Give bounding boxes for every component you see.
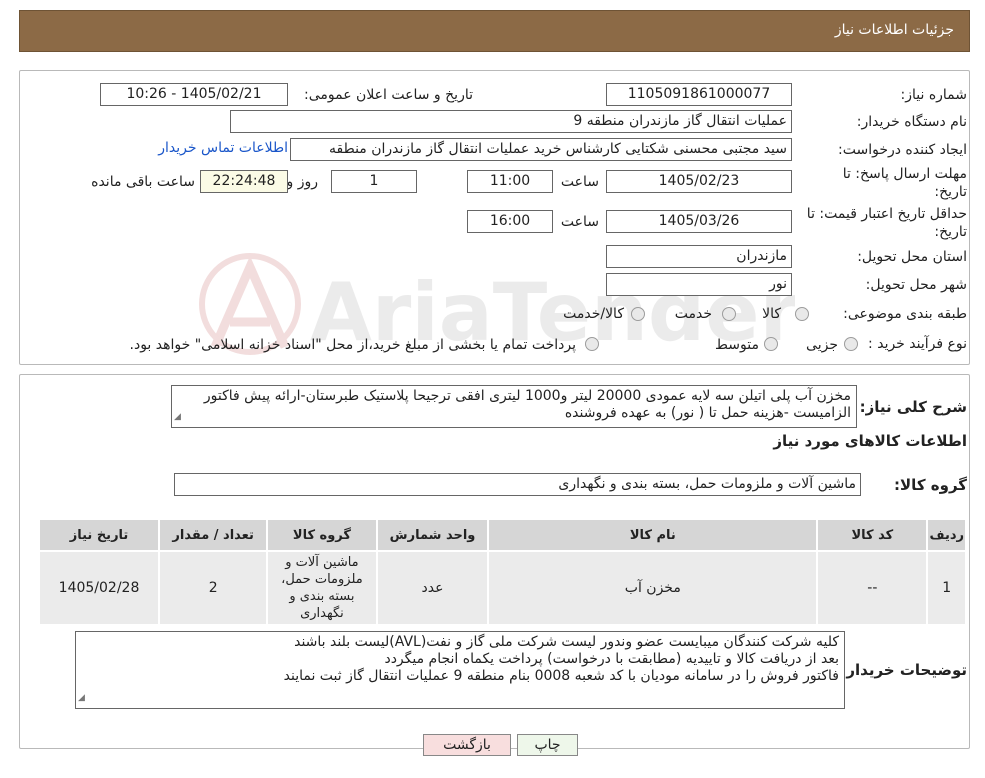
deadline-label-2: تاریخ: — [934, 184, 967, 200]
buyer-contact-link[interactable]: اطلاعات تماس خریدار — [158, 140, 288, 156]
cell-date: 1405/02/28 — [37, 550, 161, 626]
city-field: نور — [606, 273, 792, 296]
creator-field: سید مجتبی محسنی شکتایی کارشناس خرید عملی… — [290, 138, 792, 161]
cell-row: 1 — [926, 550, 967, 626]
cell-name: مخزن آب — [487, 550, 819, 626]
remaining-days-field: 1 — [331, 170, 417, 193]
buyer-org-field: عملیات انتقال گاز مازندران منطقه 9 — [230, 110, 792, 133]
remaining-time-field: 22:24:48 — [200, 170, 288, 193]
category-goods-service-label: کالا/خدمت — [563, 306, 624, 322]
category-goods-label: کالا — [762, 306, 781, 322]
col-row: ردیف — [926, 518, 967, 552]
goods-table: ردیف کد کالا نام کالا واحد شمارش گروه کا… — [37, 518, 967, 626]
need-number-label: شماره نیاز: — [900, 87, 968, 103]
goods-section-title: اطلاعات کالاهای مورد نیاز — [773, 432, 967, 450]
page-header: جزئیات اطلاعات نیاز — [19, 10, 970, 52]
buyer-org-label: نام دستگاه خریدار: — [856, 114, 967, 130]
cell-qty: 2 — [158, 550, 269, 626]
treasury-payment-note: پرداخت تمام یا بخشی از مبلغ خرید،از محل … — [129, 337, 576, 353]
purchase-minor-radio[interactable] — [844, 337, 858, 351]
purchase-minor-label: جزیی — [806, 337, 838, 353]
cell-unit: عدد — [375, 550, 490, 626]
purchase-medium-label: متوسط — [715, 337, 759, 353]
buyer-note-line-3: فاکتور فروش را در سامانه مودیان با کد شع… — [283, 668, 839, 684]
cell-code: -- — [816, 550, 929, 626]
announce-field: 1405/02/21 - 10:26 — [100, 83, 288, 106]
buyer-note-line-2: بعد از دریافت کالا و تاییدیه (مطابقت با … — [384, 651, 839, 667]
purchase-type-label: نوع فرآیند خرید : — [868, 336, 967, 352]
goods-group-field: ماشین آلات و ملزومات حمل، بسته بندی و نگ… — [174, 473, 861, 496]
province-field: مازندران — [606, 245, 792, 268]
col-group: گروه کالا — [266, 518, 378, 552]
treasury-payment-checkbox[interactable] — [585, 337, 599, 351]
deadline-time-field: 11:00 — [467, 170, 553, 193]
print-button[interactable]: چاپ — [517, 734, 578, 756]
buyer-notes-textarea[interactable]: کلیه شرکت کنندگان میبایست عضو وندور لیست… — [75, 631, 845, 709]
validity-label-2: تاریخ: — [934, 224, 967, 240]
resize-grip-icon[interactable]: ◢ — [174, 409, 181, 426]
page-title: جزئیات اطلاعات نیاز — [834, 22, 954, 38]
remaining-label: ساعت باقی مانده — [91, 174, 195, 190]
validity-date-field: 1405/03/26 — [606, 210, 792, 233]
category-goods-service-radio[interactable] — [631, 307, 645, 321]
description-textarea[interactable]: مخزن آب پلی اتیلن سه لایه عمودی 20000 لی… — [171, 385, 857, 428]
buyer-notes-label: توضیحات خریدار: — [840, 661, 967, 679]
category-service-radio[interactable] — [722, 307, 736, 321]
category-goods-radio[interactable] — [795, 307, 809, 321]
col-date: تاریخ نیاز — [37, 518, 161, 552]
province-label: استان محل تحویل: — [857, 249, 967, 265]
description-label: شرح کلی نیاز: — [859, 398, 967, 416]
creator-label: ایجاد کننده درخواست: — [838, 142, 967, 158]
deadline-time-label: ساعت — [560, 174, 599, 190]
back-button[interactable]: بازگشت — [423, 734, 511, 756]
goods-group-label: گروه کالا: — [894, 476, 967, 494]
table-row: 1 -- مخزن آب عدد ماشین آلات و ملزومات حم… — [37, 550, 967, 626]
validity-label-1: حداقل تاریخ اعتبار قیمت: تا — [806, 206, 967, 222]
buyer-note-line-1: کلیه شرکت کنندگان میبایست عضو وندور لیست… — [294, 634, 839, 650]
col-unit: واحد شمارش — [375, 518, 490, 552]
validity-time-field: 16:00 — [467, 210, 553, 233]
category-label: طبقه بندی موضوعی: — [843, 306, 967, 322]
deadline-date-field: 1405/02/23 — [606, 170, 792, 193]
col-code: کد کالا — [816, 518, 929, 552]
description-text: مخزن آب پلی اتیلن سه لایه عمودی 20000 لی… — [203, 388, 851, 421]
purchase-medium-radio[interactable] — [764, 337, 778, 351]
city-label: شهر محل تحویل: — [865, 277, 967, 293]
category-service-label: خدمت — [674, 306, 712, 322]
col-name: نام کالا — [487, 518, 819, 552]
goods-table-header-row: ردیف کد کالا نام کالا واحد شمارش گروه کا… — [37, 518, 967, 552]
validity-time-label: ساعت — [560, 214, 599, 230]
cell-group: ماشین آلات و ملزومات حمل، بسته بندی و نگ… — [266, 550, 378, 626]
col-qty: تعداد / مقدار — [158, 518, 269, 552]
days-label: روز و — [286, 174, 319, 190]
need-number-field: 1105091861000077 — [606, 83, 792, 106]
deadline-label-1: مهلت ارسال پاسخ: تا — [842, 166, 967, 182]
resize-grip-icon[interactable]: ◢ — [78, 690, 85, 707]
announce-label: تاریخ و ساعت اعلان عمومی: — [304, 87, 473, 103]
